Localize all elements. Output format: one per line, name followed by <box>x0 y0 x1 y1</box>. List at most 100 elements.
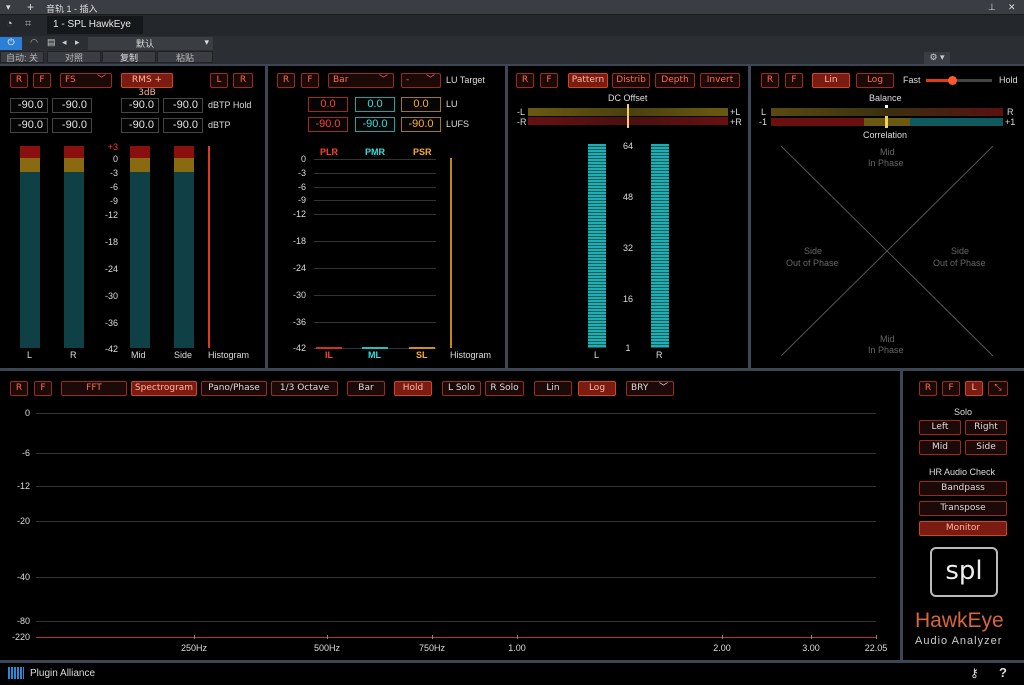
meter-bar-r <box>64 172 84 348</box>
third-octave-button[interactable]: 1/3 Octave <box>271 381 338 396</box>
plugin-tab[interactable]: 1 - SPL HawkEye <box>47 16 143 34</box>
pano-phase-button[interactable]: Pano/Phase <box>201 381 267 396</box>
mode-select[interactable]: Bar ﹀ <box>328 73 394 88</box>
loudness-tick: -30 <box>292 290 306 300</box>
preset-list-icon[interactable]: ▤ <box>47 37 59 50</box>
freeze-button[interactable]: F <box>540 73 558 88</box>
right-button[interactable]: R <box>233 73 253 88</box>
grid-line <box>314 322 436 323</box>
automation-icon[interactable]: ◠ <box>24 37 44 50</box>
reset-button[interactable]: R <box>761 73 779 88</box>
reset-button[interactable]: R <box>516 73 534 88</box>
fft-button[interactable]: FFT <box>61 381 127 396</box>
lufs-label: LUFS <box>446 119 470 129</box>
palette-select[interactable]: BRY ﹀ <box>626 381 674 396</box>
spectrogram-button[interactable]: Spectrogram <box>131 381 197 396</box>
left-button[interactable]: L <box>210 73 228 88</box>
chevron-down-icon: ﹀ <box>378 75 388 85</box>
grid-line <box>314 241 436 242</box>
meter-bar-side <box>174 172 194 348</box>
spectrum-x-tick: 3.00 <box>802 643 820 653</box>
key-icon[interactable]: ⚷ <box>970 666 979 680</box>
lin-button[interactable]: Lin <box>534 381 572 396</box>
in-phase-top-label: In Phase <box>868 158 904 168</box>
loudness-tick: -24 <box>292 263 306 273</box>
power-knob-icon[interactable]: ◔ <box>6 18 13 30</box>
monitor-button[interactable]: Monitor <box>919 521 1007 536</box>
close-icon[interactable]: ✕ <box>1008 2 1016 13</box>
freeze-button[interactable]: F <box>34 381 52 396</box>
reset-button[interactable]: R <box>277 73 295 88</box>
menu-arrow-icon[interactable]: ▾ <box>6 2 11 13</box>
reset-button[interactable]: R <box>10 73 28 88</box>
pin-icon[interactable]: ⊥ <box>988 2 996 13</box>
loudness-tick: 0 <box>300 154 306 164</box>
true-peak-l: -90.0 <box>10 118 48 133</box>
settings-gear-icon[interactable]: ⚙ ▾ <box>924 52 950 64</box>
hold-button[interactable]: Hold <box>394 381 432 396</box>
loudness-histogram-line <box>450 158 452 348</box>
channel-label-mid: Mid <box>131 350 146 360</box>
freeze-button[interactable]: F <box>301 73 319 88</box>
histogram-label: Histogram <box>450 350 492 360</box>
level-tick: -30 <box>104 291 118 301</box>
x-tick-mark <box>517 635 518 639</box>
out-of-phase-right-label: Out of Phase <box>933 258 986 268</box>
preset-select[interactable]: 默认 ▾ <box>88 37 213 50</box>
auto-button[interactable]: 自动: 关 <box>0 51 44 63</box>
grid-line <box>314 173 436 174</box>
chevron-down-icon: ﹀ <box>425 75 435 85</box>
fast-label: Fast <box>903 75 921 85</box>
solo-side-button[interactable]: Side <box>965 440 1007 455</box>
link-button[interactable]: L <box>965 381 983 396</box>
correlation-neg-label: -1 <box>759 117 768 127</box>
scale-select[interactable]: FS ﹀ <box>60 73 112 88</box>
solo-left-button[interactable]: Left <box>919 420 961 435</box>
window-title: 音轨 1 - 插入 <box>46 4 98 14</box>
prev-preset-icon[interactable]: ◂ <box>62 37 74 48</box>
depth-button[interactable]: Depth <box>655 73 695 88</box>
power-button[interactable]: ⏻ <box>0 37 22 50</box>
in-phase-bottom-label: In Phase <box>868 345 904 355</box>
reset-button[interactable]: R <box>10 381 28 396</box>
solo-mid-button[interactable]: Mid <box>919 440 961 455</box>
rms-button[interactable]: RMS + 3dB <box>121 73 173 98</box>
freeze-button[interactable]: F <box>942 381 960 396</box>
log-button[interactable]: Log <box>856 73 894 88</box>
meter-yellow-zone <box>20 158 40 172</box>
hr-audio-check-label: HR Audio Check <box>929 467 996 477</box>
pattern-button[interactable]: Pattern <box>568 73 608 88</box>
freeze-button[interactable]: F <box>33 73 51 88</box>
distrib-button[interactable]: Distrib <box>612 73 650 88</box>
solo-label: Solo <box>954 407 973 417</box>
invert-button[interactable]: Invert <box>700 73 740 88</box>
bandpass-button[interactable]: Bandpass <box>919 481 1007 496</box>
solo-right-button[interactable]: Right <box>965 420 1007 435</box>
compare-button[interactable]: 对照 <box>47 51 101 63</box>
speed-slider-thumb[interactable] <box>948 76 957 85</box>
level-tick: -36 <box>104 318 118 328</box>
add-icon[interactable]: + <box>27 0 34 14</box>
psr-label: PSR <box>413 147 432 157</box>
routing-icon[interactable]: ⌗ <box>25 18 31 31</box>
log-button[interactable]: Log <box>578 381 616 396</box>
mid-top-label: Mid <box>880 147 895 157</box>
lu-target-select[interactable]: - ﹀ <box>401 73 441 88</box>
l-solo-button[interactable]: L Solo <box>442 381 481 396</box>
paste-button[interactable]: 粘贴 <box>157 51 213 63</box>
resize-icon[interactable]: ⤡ <box>988 381 1008 396</box>
transpose-button[interactable]: Transpose <box>919 501 1007 516</box>
spectrum-x-tick: 1.00 <box>508 643 526 653</box>
lin-button[interactable]: Lin <box>812 73 850 88</box>
r-solo-button[interactable]: R Solo <box>485 381 524 396</box>
title-bar: ▾ + 音轨 1 - 插入 ⊥ ✕ <box>0 0 1024 15</box>
level-tick: -12 <box>104 210 118 220</box>
bar-button[interactable]: Bar <box>347 381 385 396</box>
bit-meter-l <box>588 144 606 348</box>
next-preset-icon[interactable]: ▸ <box>75 37 87 48</box>
help-button[interactable]: ? <box>999 665 1007 680</box>
freeze-button[interactable]: F <box>785 73 803 88</box>
reset-button[interactable]: R <box>919 381 937 396</box>
copy-button[interactable]: 复制 <box>102 51 156 63</box>
baseline <box>36 637 876 638</box>
